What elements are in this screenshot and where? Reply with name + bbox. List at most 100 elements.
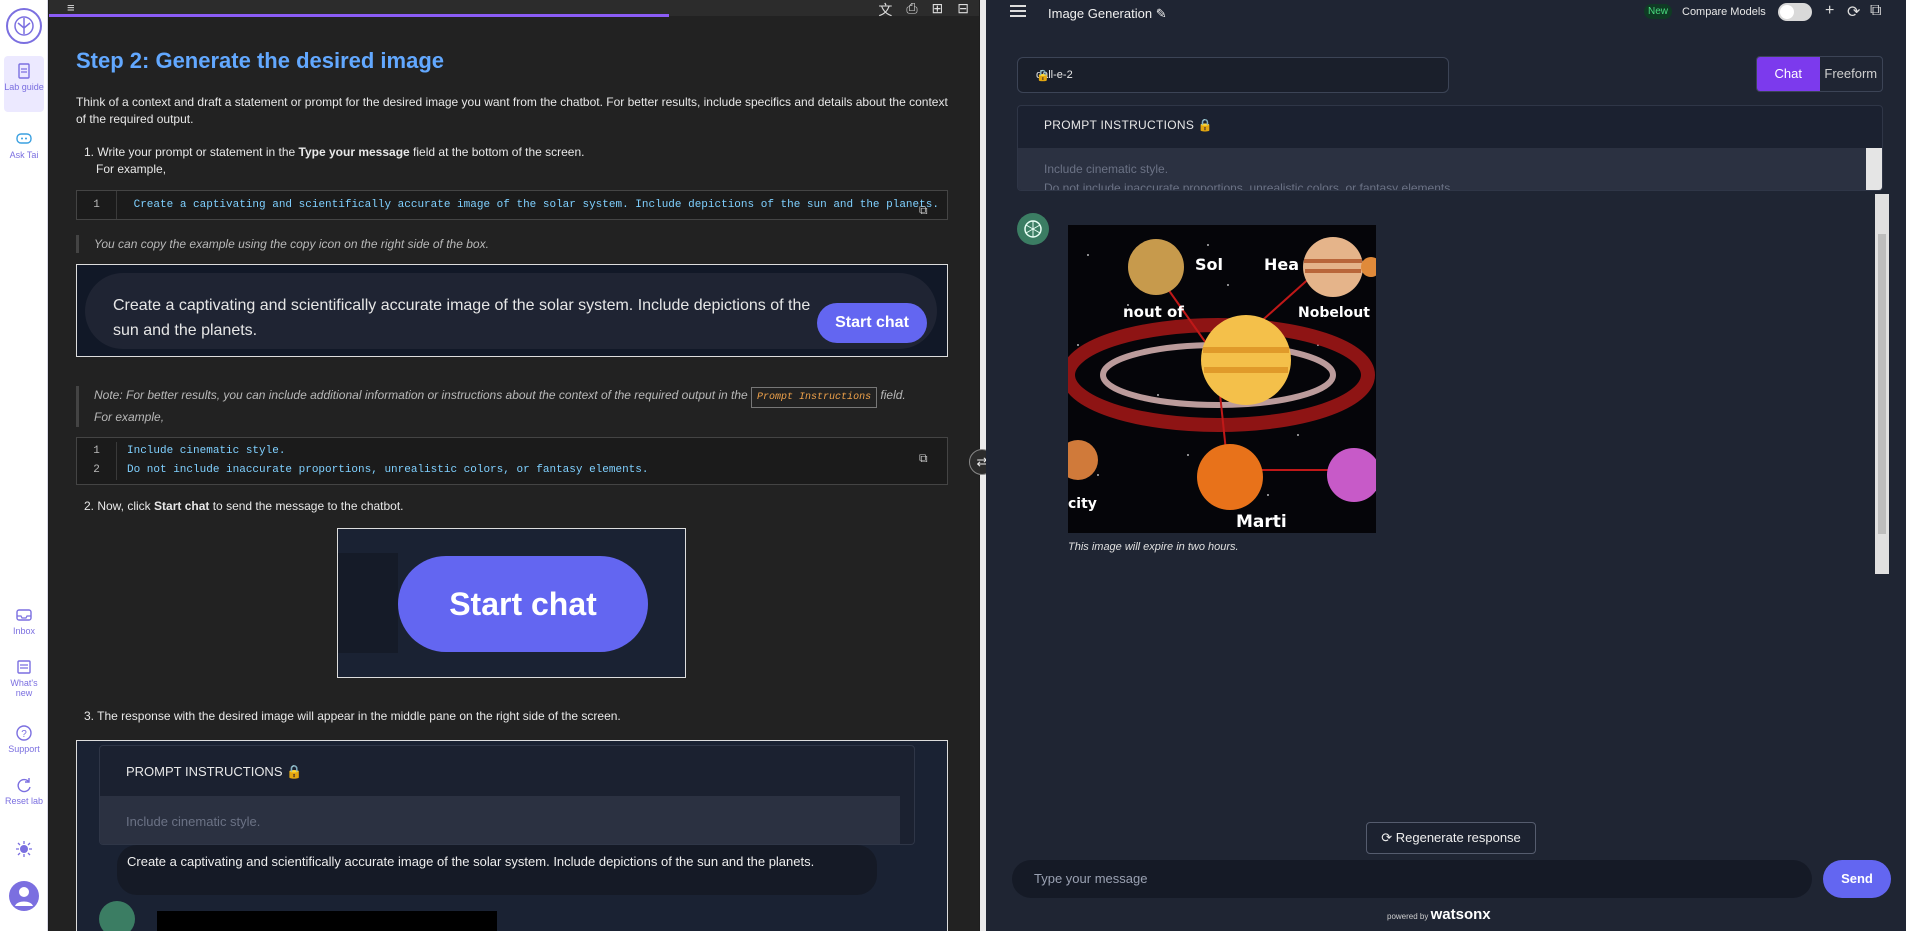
prompt-instructions-heading: PROMPT INSTRUCTIONS 🔒	[1044, 118, 1214, 132]
lock-icon: 🔒	[286, 764, 303, 779]
image-text: Nobelout	[1298, 305, 1370, 321]
step-3-text: 3. The response with the desired image w…	[84, 709, 621, 723]
regenerate-response-button[interactable]: ⟳ Regenerate response	[1366, 822, 1536, 854]
intro-text: Think of a context and draft a statement…	[76, 95, 948, 126]
response-screenshot: PROMPT INSTRUCTIONS 🔒 Include cinematic …	[76, 740, 948, 931]
message-input[interactable]	[1032, 870, 1772, 887]
step-1-text: 1. Write your prompt or statement in the…	[84, 145, 585, 159]
watsonx-logo: watsonx	[1430, 906, 1491, 923]
prompt-instructions-tag: Prompt Instructions	[751, 387, 878, 408]
start-chat-big-preview: Start chat	[398, 556, 648, 652]
rail-label: What's new	[10, 678, 38, 698]
pi-line: Do not include inaccurate proportions, u…	[1044, 181, 1454, 191]
translate-icon[interactable]: ⽂	[878, 0, 892, 20]
rail-label: Lab guide	[4, 82, 44, 92]
generated-image[interactable]: Sol Hea nout of Nobelout Marti city	[1068, 225, 1376, 533]
regenerate-label: Regenerate response	[1395, 830, 1521, 845]
print-icon[interactable]: ⎙	[906, 0, 917, 20]
image-text: Sol	[1195, 255, 1223, 274]
bot-avatar	[1017, 213, 1049, 245]
svg-text:?: ?	[21, 729, 27, 740]
prompt-preview-text: Create a captivating and scientifically …	[113, 297, 811, 339]
copy-note: You can copy the example using the copy …	[76, 235, 489, 253]
mode-chat[interactable]: Chat	[1757, 57, 1820, 91]
model-selector[interactable]: dall-e-2 🔒	[1017, 57, 1449, 93]
prompt-instructions-note: Note: For better results, you can includ…	[76, 386, 956, 427]
shot-pi-heading: PROMPT INSTRUCTIONS 🔒	[126, 764, 303, 779]
prompt-instructions-textarea[interactable]: Include cinematic style. Do not include …	[1018, 148, 1868, 191]
rail-label: Support	[8, 744, 40, 754]
export-icon[interactable]: ⧉	[1870, 2, 1881, 20]
chat-scrollbar[interactable]	[1875, 194, 1889, 574]
rail-label: Inbox	[12, 626, 36, 636]
image-generation-app: Image Generation ✎ New Compare Models + …	[986, 0, 1906, 931]
pi-line: Include cinematic style.	[1044, 162, 1169, 176]
step-2-text: 2. Now, click Start chat to send the mes…	[84, 499, 404, 513]
shot-bot-avatar	[99, 901, 135, 931]
image-text: nout of	[1123, 303, 1184, 321]
news-icon	[15, 658, 33, 676]
hamburger-icon[interactable]: ≡	[67, 0, 75, 15]
openai-icon	[1024, 220, 1042, 238]
step-heading: Step 2: Generate the desired image	[76, 48, 445, 73]
rail-whats-new[interactable]: What's new	[4, 658, 44, 698]
rail-inbox[interactable]: Inbox	[4, 606, 44, 636]
powered-by: powered by watsonx	[1387, 906, 1491, 923]
copy-icon[interactable]: ⧉	[919, 452, 937, 470]
rail-reset-lab[interactable]: Reset lab	[4, 776, 44, 806]
shot-pi-text: Include cinematic style.	[126, 814, 261, 829]
start-chat-screenshot: Start chat	[337, 528, 686, 678]
code-block-1: 1 Create a captivating and scientificall…	[76, 190, 948, 220]
line-number: 2	[77, 461, 117, 480]
image-text: Hea	[1264, 255, 1299, 274]
code-block-2: 1 Include cinematic style. 2 Do not includ…	[76, 437, 948, 485]
code-line: Include cinematic style.	[127, 445, 286, 457]
app-title[interactable]: Image Generation ✎	[1048, 6, 1167, 22]
theme-toggle[interactable]	[4, 840, 44, 860]
lock-icon: 🔒	[1197, 118, 1214, 132]
line-number: 1	[77, 442, 117, 461]
app-topbar: Image Generation ✎ New Compare Models + …	[986, 0, 1906, 26]
copy-icon[interactable]: ⧉	[919, 197, 937, 218]
image-expiry-caption: This image will expire in two hours.	[1068, 541, 1239, 553]
refresh-icon: ⟳	[1381, 830, 1393, 845]
image-text: city	[1068, 496, 1097, 512]
message-input-box	[1012, 860, 1812, 898]
rail-support[interactable]: ? Support	[4, 724, 44, 754]
lock-icon: 🔒	[1036, 70, 1050, 82]
image-text: Marti	[1236, 512, 1287, 532]
add-icon[interactable]: +	[1825, 2, 1834, 20]
refresh-icon[interactable]: ⟳	[1847, 2, 1860, 22]
inbox-icon	[15, 606, 33, 624]
left-rail: Lab guide Ask Tai Inbox What's new ? Sup…	[0, 0, 48, 931]
for-example-text: For example,	[96, 162, 167, 176]
rail-label: Reset lab	[4, 796, 44, 806]
lab-guide-pane: ≡ ⽂ ⎙ ⊞ ⊟ Step 2: Generate the desired i…	[49, 0, 979, 931]
start-chat-preview: Start chat	[817, 303, 927, 343]
mode-freeform[interactable]: Freeform	[1820, 57, 1883, 91]
expand-icon[interactable]: ⊞	[932, 0, 944, 20]
send-button[interactable]: Send	[1823, 860, 1891, 898]
sun-icon	[15, 840, 33, 858]
rail-label: Ask Tai	[9, 150, 39, 160]
edit-icon: ✎	[1155, 6, 1167, 21]
guide-progress-bar	[49, 14, 669, 17]
minimize-icon[interactable]: ⊟	[957, 0, 969, 20]
menu-icon[interactable]	[1010, 5, 1026, 17]
code-line: Do not include inaccurate proportions, u…	[127, 464, 649, 476]
compare-models-label: Compare Models	[1682, 6, 1766, 18]
compare-models-toggle[interactable]	[1778, 3, 1812, 21]
app-logo-icon[interactable]	[6, 8, 42, 44]
mode-switch: Chat Freeform	[1756, 56, 1883, 92]
prompt-instructions-panel: PROMPT INSTRUCTIONS 🔒 Include cinematic …	[1017, 105, 1883, 191]
code-line: Create a captivating and scientifically …	[133, 199, 939, 211]
new-badge: New	[1644, 4, 1673, 19]
line-number: 1	[77, 191, 117, 219]
rail-lab-guide[interactable]: Lab guide	[4, 56, 44, 112]
user-icon	[9, 881, 39, 911]
user-avatar[interactable]	[4, 880, 44, 914]
help-circle-icon: ?	[15, 724, 33, 742]
refresh-icon	[15, 776, 33, 794]
pi-scrollbar[interactable]	[1866, 148, 1882, 190]
rail-ask-tai[interactable]: Ask Tai	[4, 130, 44, 160]
